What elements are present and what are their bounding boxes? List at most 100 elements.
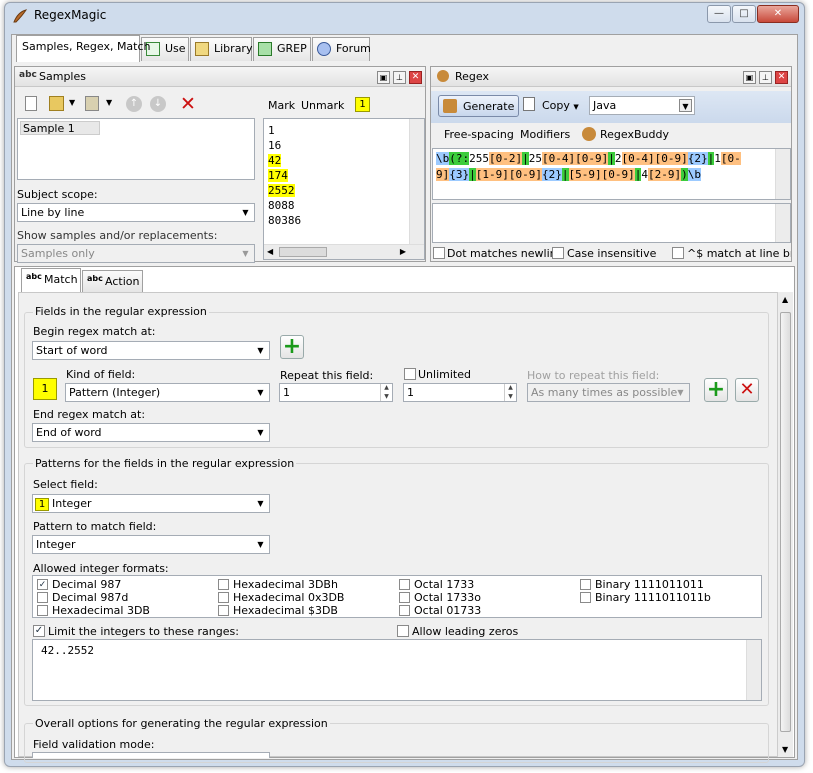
subject-scope-select[interactable]: Line by line ▼	[17, 203, 255, 222]
samples-float-button[interactable]: ▣	[377, 71, 390, 84]
chevron-down-icon: ▼	[679, 99, 692, 112]
open-sample-icon[interactable]	[49, 96, 64, 111]
minimize-button[interactable]: —	[707, 5, 731, 23]
vertical-scrollbar[interactable]	[409, 119, 424, 244]
regex-description[interactable]	[432, 203, 791, 243]
format-checkbox[interactable]	[580, 592, 591, 603]
begin-select[interactable]: Start of word ▼	[32, 341, 270, 360]
format-checkbox[interactable]: ✓	[37, 579, 48, 590]
copy-button[interactable]: Copy ▼	[542, 99, 579, 112]
show-samples-value: Samples only	[21, 247, 95, 260]
tab-samples-regex-match[interactable]: Samples, Regex, Match	[16, 35, 151, 62]
generate-button[interactable]: Generate	[438, 95, 519, 117]
chevron-down-icon: ▼	[242, 249, 249, 258]
flavor-select[interactable]: Java ▼	[589, 96, 695, 115]
limit-ranges-checkbox[interactable]: ✓	[33, 625, 45, 637]
repeat-min-value: 1	[283, 386, 290, 399]
close-window-button[interactable]: ✕	[757, 5, 799, 23]
sample-text-editor[interactable]: 1 16 42 174 2552 8088 80386 ◀ ▶	[263, 118, 425, 260]
samples-list[interactable]: Sample 1	[17, 118, 255, 180]
line-breaks-checkbox[interactable]	[672, 247, 684, 259]
format-label: Decimal 987d	[52, 591, 129, 604]
regex-vertical-scrollbar[interactable]	[775, 149, 790, 199]
validation-select[interactable]	[32, 752, 270, 758]
format-label: Octal 01733	[414, 604, 482, 617]
repeat-min-spinner[interactable]: ▲ ▼	[380, 384, 392, 401]
samples-close-button[interactable]: ✕	[409, 71, 422, 84]
sample-line: 174	[268, 168, 301, 183]
scroll-right-icon[interactable]: ▶	[400, 247, 406, 256]
regex-pin-button[interactable]: ⊥	[759, 71, 772, 84]
select-field-select[interactable]: 1 Integer ▼	[32, 494, 270, 513]
repeat-max-spinner[interactable]: ▲ ▼	[504, 384, 516, 401]
format-label: Hexadecimal 3DBh	[233, 578, 338, 591]
list-item[interactable]: Sample 1	[20, 121, 100, 135]
case-insensitive-checkbox[interactable]	[552, 247, 564, 259]
maximize-button[interactable]: □	[732, 5, 756, 23]
howrepeat-select[interactable]: As many times as possible ▼	[527, 383, 690, 402]
format-checkbox[interactable]	[37, 605, 48, 616]
modifiers-button[interactable]: Modifiers	[520, 128, 570, 141]
scroll-thumb[interactable]	[279, 247, 327, 257]
format-checkbox[interactable]	[218, 605, 229, 616]
tab-match[interactable]: abc Match	[21, 268, 81, 292]
pattern-select[interactable]: Integer ▼	[32, 535, 270, 554]
delete-field-button[interactable]: ✕	[735, 378, 759, 402]
sample-line: 42	[268, 153, 301, 168]
regex-close-button[interactable]: ✕	[775, 71, 788, 84]
free-spacing-button[interactable]: Free-spacing	[444, 128, 514, 141]
format-checkbox[interactable]	[218, 579, 229, 590]
paste-sample-icon[interactable]	[85, 96, 99, 111]
unmark-button[interactable]: Unmark	[301, 99, 344, 112]
regex-editor[interactable]: \b(?:255[0-2]|25[0-4][0-9]|2[0-4][0-9]{2…	[432, 148, 791, 200]
chevron-down-icon: ▼	[677, 388, 684, 397]
format-checkbox[interactable]	[580, 579, 591, 590]
dot-newline-checkbox[interactable]	[433, 247, 445, 259]
format-checkbox[interactable]	[399, 592, 410, 603]
show-samples-select[interactable]: Samples only ▼	[17, 244, 255, 263]
match-icon: abc	[26, 272, 42, 281]
description-scrollbar[interactable]	[775, 204, 790, 242]
unlimited-label: Unlimited	[418, 368, 471, 381]
mark-button[interactable]: Mark	[268, 99, 295, 112]
scroll-down-icon[interactable]: ▼	[782, 745, 788, 754]
unlimited-checkbox[interactable]	[404, 368, 416, 380]
open-dropdown-icon[interactable]: ▼	[69, 98, 75, 107]
regex-token: {3}	[449, 168, 470, 181]
tab-forum[interactable]: Forum	[312, 37, 371, 61]
scroll-left-icon[interactable]: ◀	[267, 247, 273, 256]
horizontal-scrollbar[interactable]: ◀ ▶	[264, 244, 424, 259]
format-checkbox[interactable]	[37, 592, 48, 603]
regex-float-button[interactable]: ▣	[743, 71, 756, 84]
kind-select[interactable]: Pattern (Integer) ▼	[65, 383, 270, 402]
new-sample-icon[interactable]	[25, 96, 37, 111]
forum-icon	[317, 42, 331, 56]
end-select[interactable]: End of word ▼	[32, 423, 270, 442]
scroll-up-icon[interactable]: ▲	[782, 295, 788, 304]
regexbuddy-button[interactable]: RegexBuddy	[600, 128, 669, 141]
ranges-scrollbar[interactable]	[746, 640, 761, 700]
samples-pin-button[interactable]: ⊥	[393, 71, 406, 84]
move-down-icon[interactable]: ↓	[150, 96, 166, 112]
add-begin-field-button[interactable]: +	[280, 335, 304, 359]
format-checkbox[interactable]	[399, 605, 410, 616]
leading-zeros-checkbox[interactable]	[397, 625, 409, 637]
ranges-input[interactable]: 42..2552	[32, 639, 762, 701]
mark-field-badge[interactable]: 1	[355, 97, 370, 112]
sample-line: 2552	[268, 183, 301, 198]
tab-grep[interactable]: GREP	[253, 37, 311, 61]
add-field-button[interactable]: +	[704, 378, 728, 402]
tab-action[interactable]: abc Action	[82, 270, 143, 292]
delete-sample-icon[interactable]: ✕	[180, 93, 196, 115]
scroll-thumb[interactable]	[780, 312, 791, 732]
move-up-icon[interactable]: ↑	[126, 96, 142, 112]
match-scrollbar[interactable]: ▲ ▼	[777, 292, 793, 757]
tab-label: Use	[165, 42, 186, 55]
repeat-max-input[interactable]: 1 ▲ ▼	[403, 383, 517, 402]
tab-library[interactable]: Library	[190, 37, 252, 61]
chevron-down-icon: ▼	[242, 208, 249, 217]
paste-dropdown-icon[interactable]: ▼	[106, 98, 112, 107]
format-checkbox[interactable]	[399, 579, 410, 590]
repeat-min-input[interactable]: 1 ▲ ▼	[279, 383, 393, 402]
format-checkbox[interactable]	[218, 592, 229, 603]
